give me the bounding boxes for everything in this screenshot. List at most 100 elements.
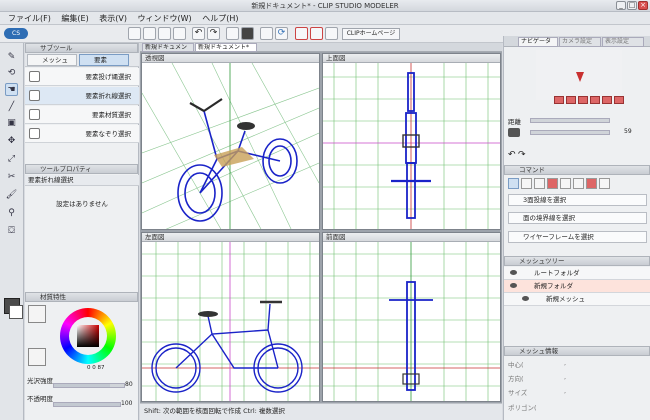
select-all-icon[interactable] [226, 27, 239, 40]
grid-toggle-icon[interactable] [325, 27, 338, 40]
subtool-item-polyline[interactable]: 要素折れ線選択 [25, 87, 139, 105]
pen-tool-icon[interactable]: ✎ [5, 51, 18, 64]
left-viewport[interactable]: 左面図 [141, 232, 320, 402]
bucket-tool-icon[interactable]: ⛋ [5, 225, 18, 238]
subtool-item-material[interactable]: 要素材質選択 [25, 106, 139, 124]
fit-view-icon[interactable] [310, 27, 323, 40]
rotate-tool-icon[interactable]: ⟲ [5, 67, 18, 80]
cmd-select-icon[interactable] [521, 178, 532, 189]
tool-strip: ✎ ⟲ ☚ ╱ ▣ ✥ ⤢ ✂ 🖌 ⚲ ⛋ [0, 43, 24, 420]
tree-root-folder[interactable]: ルートフォルダ [504, 267, 650, 280]
cmd-settings-icon[interactable] [599, 178, 610, 189]
subtool-item-trace[interactable]: 要素なぞり選択 [25, 125, 139, 143]
texture-folder-icon[interactable] [28, 348, 46, 366]
tab-mesh[interactable]: メッシュ [27, 54, 77, 66]
gloss-slider[interactable] [53, 383, 125, 388]
distance-label: 距離 [508, 118, 521, 126]
minimize-button[interactable]: _ [616, 1, 626, 10]
left-view-header: 左面図 [142, 233, 319, 242]
navigator-tabs: ナビゲータ カメラ設定 表示設定 [504, 36, 650, 47]
invert-selection-icon[interactable] [241, 27, 254, 40]
menu-help[interactable]: ヘルプ(H) [198, 12, 242, 25]
camera-direction-icon [576, 72, 584, 82]
material-preview[interactable] [28, 305, 46, 323]
subtool-item-lasso[interactable]: 要素投げ縄選択 [25, 68, 139, 86]
command-item-boundary[interactable]: 面の境界線を選択 [508, 212, 647, 224]
brush-tool-icon[interactable]: 🖌 [5, 189, 18, 202]
cube-tool-icon[interactable]: ▣ [5, 117, 18, 130]
line-tool-icon[interactable]: ╱ [5, 101, 18, 114]
clip-home-button[interactable]: CLIPホームページ [342, 28, 400, 40]
menu-view[interactable]: 表示(V) [95, 12, 131, 25]
tab-display[interactable]: 表示設定 [602, 37, 644, 47]
visibility-eye-icon[interactable] [510, 283, 517, 288]
cmd-vertex-icon[interactable] [560, 178, 571, 189]
front-view-label: 前面図 [326, 233, 346, 241]
visibility-eye-icon[interactable] [522, 296, 529, 301]
saturation-square[interactable] [77, 325, 99, 347]
doc-tab-1[interactable]: 新規ドキュメン [142, 43, 194, 52]
distance-slider[interactable] [530, 118, 610, 123]
cmd-grid-icon[interactable] [508, 178, 519, 189]
new-document-icon[interactable] [128, 27, 141, 40]
maximize-button[interactable]: □ [627, 1, 637, 10]
cmd-edge-icon[interactable] [534, 178, 545, 189]
redo-view-icon[interactable]: ↷ [518, 150, 526, 160]
deselect-icon[interactable] [260, 27, 273, 40]
refresh-icon[interactable]: ⟳ [275, 27, 288, 40]
move-tool-icon[interactable]: ✥ [5, 135, 18, 148]
tab-element[interactable]: 要素 [79, 54, 129, 66]
opacity-slider[interactable] [53, 402, 121, 407]
scale-tool-icon[interactable]: ⤢ [5, 153, 18, 166]
transform-icon[interactable] [295, 27, 308, 40]
viewport-area: 透視図 上面図 左面図 前面図 [140, 52, 502, 403]
doc-tab-2[interactable]: 新規ドキュメント* [195, 43, 257, 52]
top-viewport[interactable]: 上面図 [322, 53, 501, 230]
redo-icon[interactable]: ↷ [207, 27, 220, 40]
tab-camera[interactable]: カメラ設定 [559, 37, 601, 47]
color-readout: 0 0 87 [87, 365, 137, 371]
menu-file[interactable]: ファイル(F) [4, 12, 55, 25]
subtool-panel-title: サブツール [40, 44, 73, 52]
opacity-label: 不透明度 [27, 395, 53, 403]
command-item-wireframe[interactable]: ワイヤーフレームを選択 [508, 231, 647, 243]
save-icon[interactable] [158, 27, 171, 40]
subtool-item-label: 要素折れ線選択 [85, 92, 132, 100]
tab-navigator[interactable]: ナビゲータ [518, 37, 558, 47]
tree-new-folder[interactable]: 新規フォルダ [504, 280, 650, 293]
window-title: 新規ドキュメント* - CLIP STUDIO MODELER [251, 2, 399, 10]
command-item-three-view[interactable]: 3面投線を選択 [508, 194, 647, 206]
select-tool-icon[interactable]: ☚ [5, 83, 18, 96]
tool-property-header: ツールプロパティ [25, 164, 138, 174]
subtool-item-label: 要素なぞり選択 [85, 130, 132, 138]
navigator-preview[interactable] [536, 50, 622, 100]
color-h: 0 [87, 365, 91, 371]
menu-edit[interactable]: 編集(E) [57, 12, 92, 25]
fov-slider[interactable] [530, 130, 610, 135]
menu-window[interactable]: ウィンドウ(W) [134, 12, 196, 25]
subtool-item-label: 要素投げ縄選択 [85, 73, 132, 81]
undo-icon[interactable]: ↶ [192, 27, 205, 40]
perspective-view-label: 透視図 [145, 54, 165, 62]
undo-view-icon[interactable]: ↶ [508, 150, 516, 160]
knife-tool-icon[interactable]: ✂ [5, 171, 18, 184]
export-icon[interactable] [173, 27, 186, 40]
eyedropper-tool-icon[interactable]: ⚲ [5, 207, 18, 220]
front-view-header: 前面図 [323, 233, 500, 242]
material-panel-title: 材質特性 [40, 293, 66, 301]
cmd-object-icon[interactable] [573, 178, 584, 189]
color-wheel[interactable] [60, 308, 116, 364]
open-file-icon[interactable] [143, 27, 156, 40]
mesh-info-size-label: サイズ [508, 389, 528, 397]
clip-logo-icon[interactable]: CS [4, 28, 28, 39]
visibility-eye-icon[interactable] [510, 270, 517, 275]
front-viewport[interactable]: 前面図 [322, 232, 501, 402]
tool-name: 要素折れ線選択 [25, 175, 139, 186]
sub-color-swatch[interactable] [9, 305, 23, 319]
perspective-viewport[interactable]: 透視図 [141, 53, 320, 230]
close-button[interactable]: × [638, 1, 648, 10]
view-preset-buttons[interactable] [554, 96, 644, 105]
mesh-info-size-sep: , [564, 387, 567, 395]
cmd-material-icon[interactable] [586, 178, 597, 189]
cmd-face-icon[interactable] [547, 178, 558, 189]
